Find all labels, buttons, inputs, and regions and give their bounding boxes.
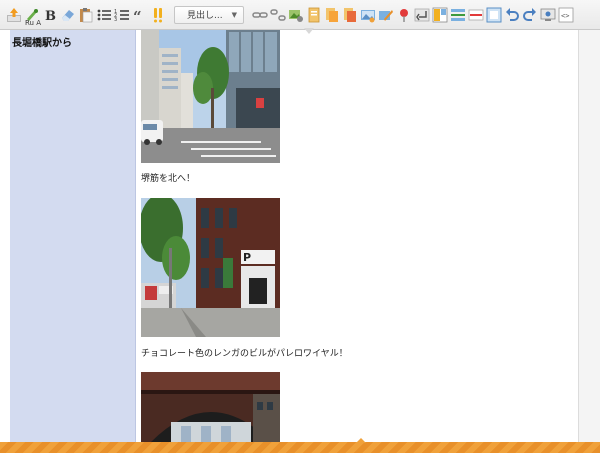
- divider-red-icon[interactable]: [468, 6, 484, 24]
- svg-text:3: 3: [114, 17, 117, 23]
- heading-select[interactable]: 見出し... ▼: [174, 5, 244, 24]
- svg-text:P: P: [243, 251, 251, 264]
- bottom-notch: [356, 438, 366, 443]
- sidebar-panel: 長堀橋駅から: [10, 30, 136, 453]
- ruby-label: Ru A: [25, 18, 41, 27]
- svg-text:<>: <>: [561, 12, 569, 20]
- template-icon[interactable]: [306, 6, 322, 24]
- chevron-down-icon: ▼: [231, 10, 237, 19]
- caption-brick-building[interactable]: チョコレート色のレンガのビルがパレロワイヤル！: [141, 346, 348, 359]
- editor-content[interactable]: 堺筋を北へ！ P チョコレート色のレンガのビルがパレロワイヤル！: [136, 30, 578, 442]
- editor-toolbar: Ru A B 123 “ 見出し... ▼ <>: [0, 0, 600, 30]
- unlink-icon[interactable]: [270, 6, 286, 24]
- source-code-icon[interactable]: <>: [558, 6, 574, 24]
- bulleted-list-icon[interactable]: [96, 6, 112, 24]
- heading-select-value: 見出し...: [187, 11, 223, 21]
- blockquote-icon[interactable]: “: [132, 6, 148, 24]
- eraser-icon[interactable]: [60, 6, 76, 24]
- paste-icon[interactable]: [78, 6, 94, 24]
- line-break-icon[interactable]: [414, 6, 430, 24]
- numbered-list-icon[interactable]: 123: [114, 6, 130, 24]
- photo-brick-building[interactable]: P: [141, 198, 280, 337]
- caption-street[interactable]: 堺筋を北へ！: [141, 171, 195, 184]
- redo-icon[interactable]: [522, 6, 538, 24]
- bold-icon[interactable]: B: [42, 6, 58, 24]
- table-layout-icon[interactable]: [432, 6, 448, 24]
- toolbar-notch: [304, 28, 314, 34]
- svg-text:“: “: [133, 8, 142, 23]
- emphasis-icon[interactable]: [150, 6, 166, 24]
- document-icon[interactable]: [324, 6, 340, 24]
- link-icon[interactable]: [252, 6, 268, 24]
- photo-street[interactable]: [141, 30, 280, 163]
- resize-handle-bar[interactable]: [0, 442, 600, 453]
- upload-icon[interactable]: [6, 6, 22, 24]
- horizontal-rule-icon[interactable]: [450, 6, 466, 24]
- box-frame-icon[interactable]: [486, 6, 502, 24]
- right-margin: [579, 30, 600, 442]
- photo-gallery-icon[interactable]: [360, 6, 376, 24]
- document-copy-icon[interactable]: [342, 6, 358, 24]
- preview-icon[interactable]: [540, 6, 556, 24]
- svg-text:B: B: [45, 9, 56, 23]
- edit-image-icon[interactable]: [378, 6, 394, 24]
- photo-entrance[interactable]: [141, 372, 280, 442]
- map-pin-icon[interactable]: [396, 6, 412, 24]
- left-gutter: [0, 30, 10, 453]
- image-link-icon[interactable]: [288, 6, 304, 24]
- sidebar-heading: 長堀橋駅から: [12, 38, 72, 49]
- ruby-icon[interactable]: Ru A: [24, 6, 41, 27]
- undo-icon[interactable]: [504, 6, 520, 24]
